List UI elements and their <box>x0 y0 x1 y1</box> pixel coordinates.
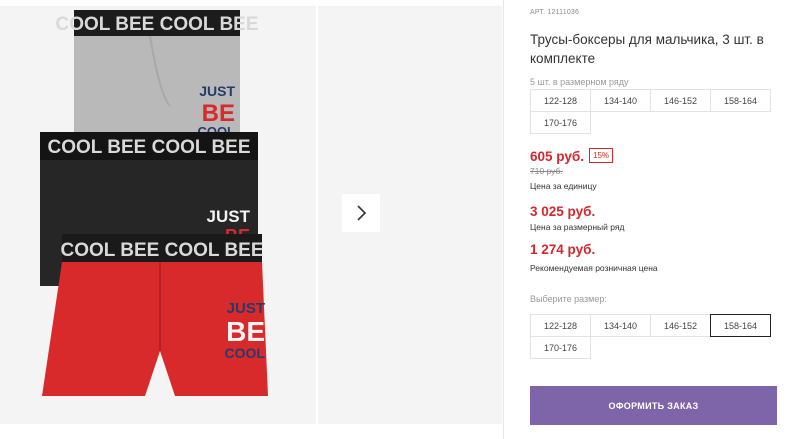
svg-text:COOL BEE COOL BEE: COOL BEE COOL BEE <box>55 14 258 35</box>
size-range-cell: 122-128 <box>530 89 591 112</box>
size-option[interactable]: 170-176 <box>530 336 591 359</box>
size-range-cell: 158-164 <box>710 89 771 112</box>
svg-text:COOL BEE COOL BEE: COOL BEE COOL BEE <box>47 137 250 158</box>
discount-badge: 15% <box>589 148 614 163</box>
svg-text:JUST: JUST <box>199 83 235 99</box>
retail-price: 1 274 руб. <box>530 242 596 257</box>
pack-note: 5 шт. в размерном ряду <box>530 77 629 87</box>
range-price-caption: Цена за размерный ряд <box>530 222 625 232</box>
svg-text:COOL: COOL <box>225 345 266 361</box>
chevron-right-icon <box>357 205 367 221</box>
svg-text:JUST: JUST <box>227 300 265 317</box>
size-range-cell: 170-176 <box>530 111 591 134</box>
boxers-illustration: COOL BEE COOL BEE JUST BE COOL COOL BEE … <box>40 10 268 396</box>
size-option-selected[interactable]: 158-164 <box>710 314 771 337</box>
size-range-cell: 134-140 <box>590 89 651 112</box>
gallery-next-button[interactable] <box>342 194 380 232</box>
range-price: 3 025 руб. <box>530 204 596 219</box>
size-range-cell: 146-152 <box>650 89 711 112</box>
size-picker-label: Выберите размер: <box>530 294 607 304</box>
svg-text:BE: BE <box>202 100 235 127</box>
unit-price-caption: Цена за единицу <box>530 181 597 191</box>
svg-text:COOL BEE COOL BEE: COOL BEE COOL BEE <box>60 240 263 261</box>
size-option[interactable]: 134-140 <box>590 314 651 337</box>
product-title: Трусы-боксеры для мальчика, 3 шт. в комп… <box>530 32 764 66</box>
red-boxers: COOL BEE COOL BEE JUST BE COOL <box>42 234 268 396</box>
product-image[interactable]: COOL BEE COOL BEE JUST BE COOL COOL BEE … <box>0 6 316 424</box>
order-button[interactable]: ОФОРМИТЬ ЗАКАЗ <box>530 386 777 425</box>
size-range-grid: 122-128 134-140 146-152 158-164 170-176 <box>530 89 778 134</box>
old-price: 710 руб. <box>530 166 563 176</box>
unit-price: 605 руб. <box>530 149 584 164</box>
retail-price-caption: Рекомендуемая розничная цена <box>530 263 658 273</box>
svg-text:BE: BE <box>226 316 265 347</box>
column-divider <box>503 0 504 439</box>
product-sku: АРТ. 12111036 <box>530 9 580 16</box>
size-picker: 122-128 134-140 146-152 158-164 170-176 <box>530 314 778 359</box>
size-option[interactable]: 122-128 <box>530 314 591 337</box>
svg-text:JUST: JUST <box>207 207 251 226</box>
size-option[interactable]: 146-152 <box>650 314 711 337</box>
